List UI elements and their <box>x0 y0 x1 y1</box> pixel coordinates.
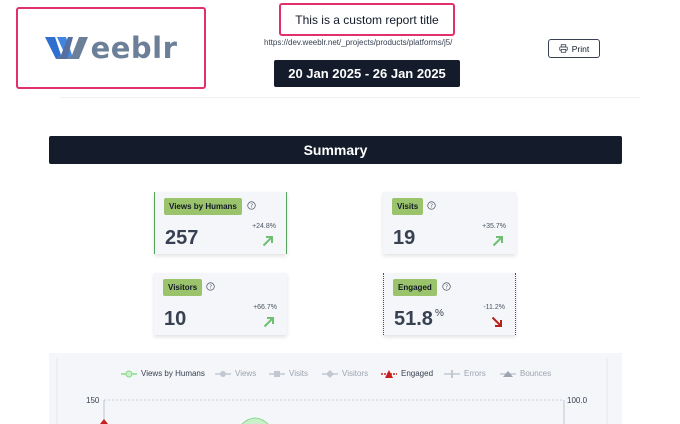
trend-up-icon <box>263 317 274 328</box>
card-change: +24.8% <box>252 223 276 230</box>
y-axis-left-top: 150 <box>86 396 100 405</box>
printer-icon <box>559 44 568 53</box>
legend-marker-icon <box>381 369 397 378</box>
legend-bounces[interactable]: Bounces <box>500 369 551 378</box>
summary-heading: Summary <box>49 136 622 164</box>
card-value: 257 <box>165 227 199 249</box>
legend-views[interactable]: Views <box>215 369 256 378</box>
trend-up-icon <box>262 236 273 247</box>
legend-marker-icon <box>121 370 137 377</box>
card-value: 51.8% <box>394 308 444 330</box>
trend-up-icon <box>492 236 503 247</box>
help-icon[interactable]: ? <box>442 282 451 291</box>
help-icon[interactable]: ? <box>427 201 436 210</box>
site-url: https://dev.weeblr.net/_projects/product… <box>264 38 453 47</box>
svg-text:?: ? <box>250 203 253 209</box>
report-title: This is a custom report title <box>279 3 455 36</box>
card-change: +35.7% <box>482 223 506 230</box>
date-range: 20 Jan 2025 - 26 Jan 2025 <box>274 60 460 87</box>
trend-down-icon <box>491 316 502 327</box>
legend-visits[interactable]: Visits <box>269 369 308 378</box>
card-change: -11.2% <box>483 304 505 311</box>
svg-text:?: ? <box>445 284 448 290</box>
card-label: Engaged <box>393 279 437 296</box>
legend-marker-icon <box>500 370 516 377</box>
card-label: Visits <box>392 198 424 215</box>
print-button[interactable]: Print <box>548 39 600 58</box>
card-value: 19 <box>393 227 416 249</box>
chart-area <box>56 358 608 424</box>
legend-marker-icon <box>269 370 285 377</box>
legend-visitors[interactable]: Visitors <box>322 369 368 378</box>
card-views-by-humans: Views by Humans ? 257 +24.8% <box>154 192 287 254</box>
legend-engaged[interactable]: Engaged <box>381 369 433 378</box>
legend-marker-icon <box>215 370 231 377</box>
card-value: 10 <box>164 308 187 330</box>
y-axis-right-top: 100.0 <box>567 396 588 405</box>
legend-errors[interactable]: Errors <box>444 369 486 378</box>
card-visitors: Visitors ? 10 +66.7% <box>154 273 287 335</box>
print-label: Print <box>571 43 590 54</box>
help-icon[interactable]: ? <box>206 282 215 291</box>
logo-container: eeblr <box>16 7 206 89</box>
weeblr-w-icon <box>44 37 88 59</box>
svg-text:?: ? <box>430 203 433 209</box>
weeblr-logo: eeblr <box>44 31 178 65</box>
legend-marker-icon <box>322 369 338 378</box>
logo-text: eeblr <box>90 31 178 65</box>
legend-marker-icon <box>444 369 460 378</box>
help-icon[interactable]: ? <box>247 201 256 210</box>
card-engaged: Engaged ? 51.8% -11.2% <box>383 273 516 335</box>
chart-panel <box>49 353 622 424</box>
card-label: Visitors <box>163 279 203 296</box>
card-change: +66.7% <box>253 304 277 311</box>
legend-views-by-humans[interactable]: Views by Humans <box>121 369 205 378</box>
card-label: Views by Humans <box>164 198 242 215</box>
header-divider <box>60 97 640 98</box>
card-visits: Visits ? 19 +35.7% <box>383 192 516 254</box>
svg-text:?: ? <box>209 284 212 290</box>
